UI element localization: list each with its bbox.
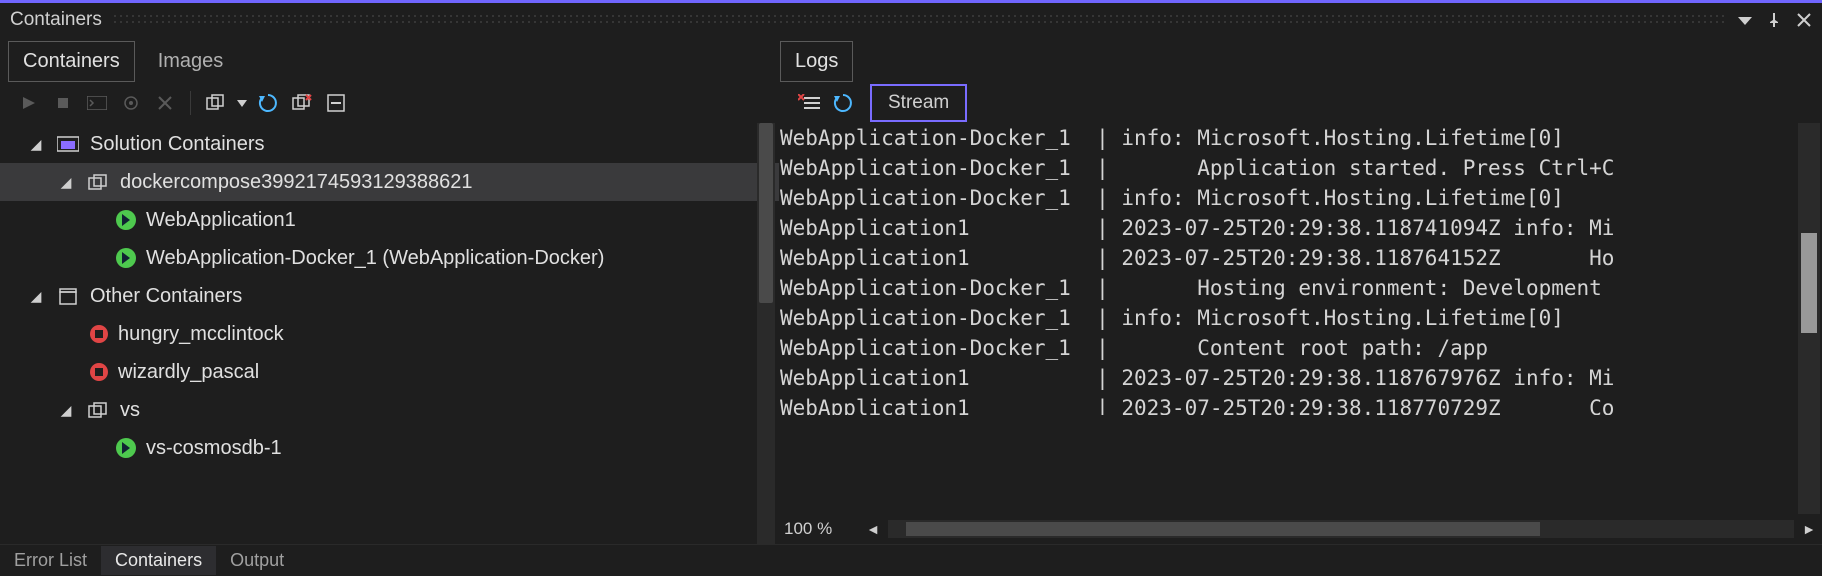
clear-icon[interactable] bbox=[794, 88, 824, 118]
running-icon bbox=[116, 248, 136, 268]
zoom-label[interactable]: 100 % bbox=[784, 519, 854, 539]
containers-window: Containers Containers Images bbox=[0, 0, 1822, 576]
chevron-down-icon[interactable] bbox=[235, 88, 249, 118]
right-toolbar: Stream bbox=[780, 83, 1822, 123]
log-line: WebApplication-Docker_1 | Application st… bbox=[780, 153, 1792, 183]
tree-label: vs bbox=[120, 399, 140, 422]
stop-icon bbox=[48, 88, 78, 118]
container-tree[interactable]: ◢ Solution Containers ◢ dockercompose399… bbox=[0, 123, 779, 544]
left-pane: Containers Images bbox=[0, 37, 780, 544]
refresh-logs-icon[interactable] bbox=[828, 88, 858, 118]
close-icon[interactable] bbox=[1796, 12, 1812, 28]
title-controls bbox=[1738, 12, 1812, 28]
expander-icon[interactable]: ◢ bbox=[56, 174, 76, 191]
right-pane: Logs Stream WebApplication-Docker_1 | in… bbox=[780, 37, 1822, 544]
tree-scrollbar[interactable] bbox=[757, 123, 775, 544]
expander-icon[interactable]: ◢ bbox=[26, 288, 46, 305]
bottom-tab-bar: Error List Containers Output bbox=[0, 544, 1822, 576]
terminal-icon bbox=[82, 88, 112, 118]
tree-label: vs-cosmosdb-1 bbox=[146, 437, 282, 460]
tree-container[interactable]: hungry_mcclintock bbox=[0, 315, 779, 353]
log-scroll-thumb[interactable] bbox=[1801, 233, 1817, 333]
scroll-right-arrow[interactable]: ► bbox=[1800, 521, 1818, 537]
tree-label: Other Containers bbox=[90, 285, 242, 308]
tree-label: Solution Containers bbox=[90, 133, 265, 156]
tree-container[interactable]: WebApplication-Docker_1 (WebApplication-… bbox=[0, 239, 779, 277]
dropdown-icon[interactable] bbox=[1738, 13, 1752, 27]
log-line: WebApplication-Docker_1 | Hosting enviro… bbox=[780, 273, 1792, 303]
log-line: WebApplication1 | 2023-07-25T20:29:38.11… bbox=[780, 213, 1792, 243]
log-line: WebApplication1 | 2023-07-25T20:29:38.11… bbox=[780, 363, 1792, 393]
running-icon bbox=[116, 438, 136, 458]
log-line: WebApplication1 | 2023-07-25T20:29:38.11… bbox=[780, 243, 1792, 273]
expander-icon[interactable]: ◢ bbox=[56, 402, 76, 419]
tree-label: dockercompose3992174593129388621 bbox=[120, 171, 473, 194]
log-footer: 100 % ◄ ► bbox=[780, 514, 1822, 544]
tree-label: WebApplication1 bbox=[146, 209, 296, 232]
body-row: Containers Images bbox=[0, 37, 1822, 544]
tab-logs[interactable]: Logs bbox=[780, 41, 853, 82]
scroll-left-arrow[interactable]: ◄ bbox=[864, 521, 882, 537]
tab-images[interactable]: Images bbox=[143, 41, 239, 82]
log-line: WebApplication-Docker_1 | Content root p… bbox=[780, 333, 1792, 363]
delete-icon bbox=[150, 88, 180, 118]
collapse-icon[interactable] bbox=[321, 88, 351, 118]
bottom-tab-errorlist[interactable]: Error List bbox=[0, 546, 101, 575]
play-icon bbox=[14, 88, 44, 118]
tree-container[interactable]: WebApplication1 bbox=[0, 201, 779, 239]
bottom-tab-output[interactable]: Output bbox=[216, 546, 298, 575]
log-line: WebApplication-Docker_1 | info: Microsof… bbox=[780, 123, 1792, 153]
separator bbox=[190, 91, 191, 115]
tree-group-solution[interactable]: ◢ Solution Containers bbox=[0, 125, 779, 163]
panel-title: Containers bbox=[10, 9, 102, 31]
left-toolbar bbox=[0, 83, 779, 123]
compose-icon bbox=[86, 401, 110, 419]
stream-button[interactable]: Stream bbox=[870, 84, 967, 122]
left-tab-bar: Containers Images bbox=[0, 37, 779, 83]
gear-icon bbox=[116, 88, 146, 118]
refresh-icon[interactable] bbox=[253, 88, 283, 118]
log-scrollbar-vertical[interactable] bbox=[1798, 123, 1820, 514]
solution-icon bbox=[56, 135, 80, 153]
tree-compose-group[interactable]: ◢ vs bbox=[0, 391, 779, 429]
tab-containers[interactable]: Containers bbox=[8, 41, 135, 82]
prune-icon[interactable] bbox=[287, 88, 317, 118]
pin-icon[interactable] bbox=[1766, 12, 1782, 28]
log-line: WebApplication1 | 2023-07-25T20:29:38.11… bbox=[780, 393, 1792, 415]
log-line: WebApplication-Docker_1 | info: Microsof… bbox=[780, 183, 1792, 213]
log-scrollbar-horizontal[interactable] bbox=[888, 520, 1794, 538]
tree-scroll-thumb[interactable] bbox=[759, 123, 773, 303]
stopped-icon bbox=[90, 363, 108, 381]
tree-compose-group[interactable]: ◢ dockercompose3992174593129388621 bbox=[0, 163, 779, 201]
copy-icon[interactable] bbox=[201, 88, 231, 118]
running-icon bbox=[116, 210, 136, 230]
tree-container[interactable]: vs-cosmosdb-1 bbox=[0, 429, 779, 467]
stopped-icon bbox=[90, 325, 108, 343]
bottom-tab-containers[interactable]: Containers bbox=[101, 546, 216, 575]
tree-label: WebApplication-Docker_1 (WebApplication-… bbox=[146, 247, 604, 270]
grip-region[interactable] bbox=[114, 13, 1726, 27]
expander-icon[interactable]: ◢ bbox=[26, 136, 46, 153]
compose-icon bbox=[86, 173, 110, 191]
right-tab-bar: Logs bbox=[780, 37, 1822, 83]
tree-container[interactable]: wizardly_pascal bbox=[0, 353, 779, 391]
tree-label: wizardly_pascal bbox=[118, 361, 259, 384]
tree-label: hungry_mcclintock bbox=[118, 323, 284, 346]
container-group-icon bbox=[56, 286, 80, 306]
hscroll-thumb[interactable] bbox=[906, 522, 1540, 536]
log-line: WebApplication-Docker_1 | info: Microsof… bbox=[780, 303, 1792, 333]
panel-title-bar: Containers bbox=[0, 3, 1822, 37]
log-output[interactable]: WebApplication-Docker_1 | info: Microsof… bbox=[780, 123, 1822, 514]
tree-group-other[interactable]: ◢ Other Containers bbox=[0, 277, 779, 315]
